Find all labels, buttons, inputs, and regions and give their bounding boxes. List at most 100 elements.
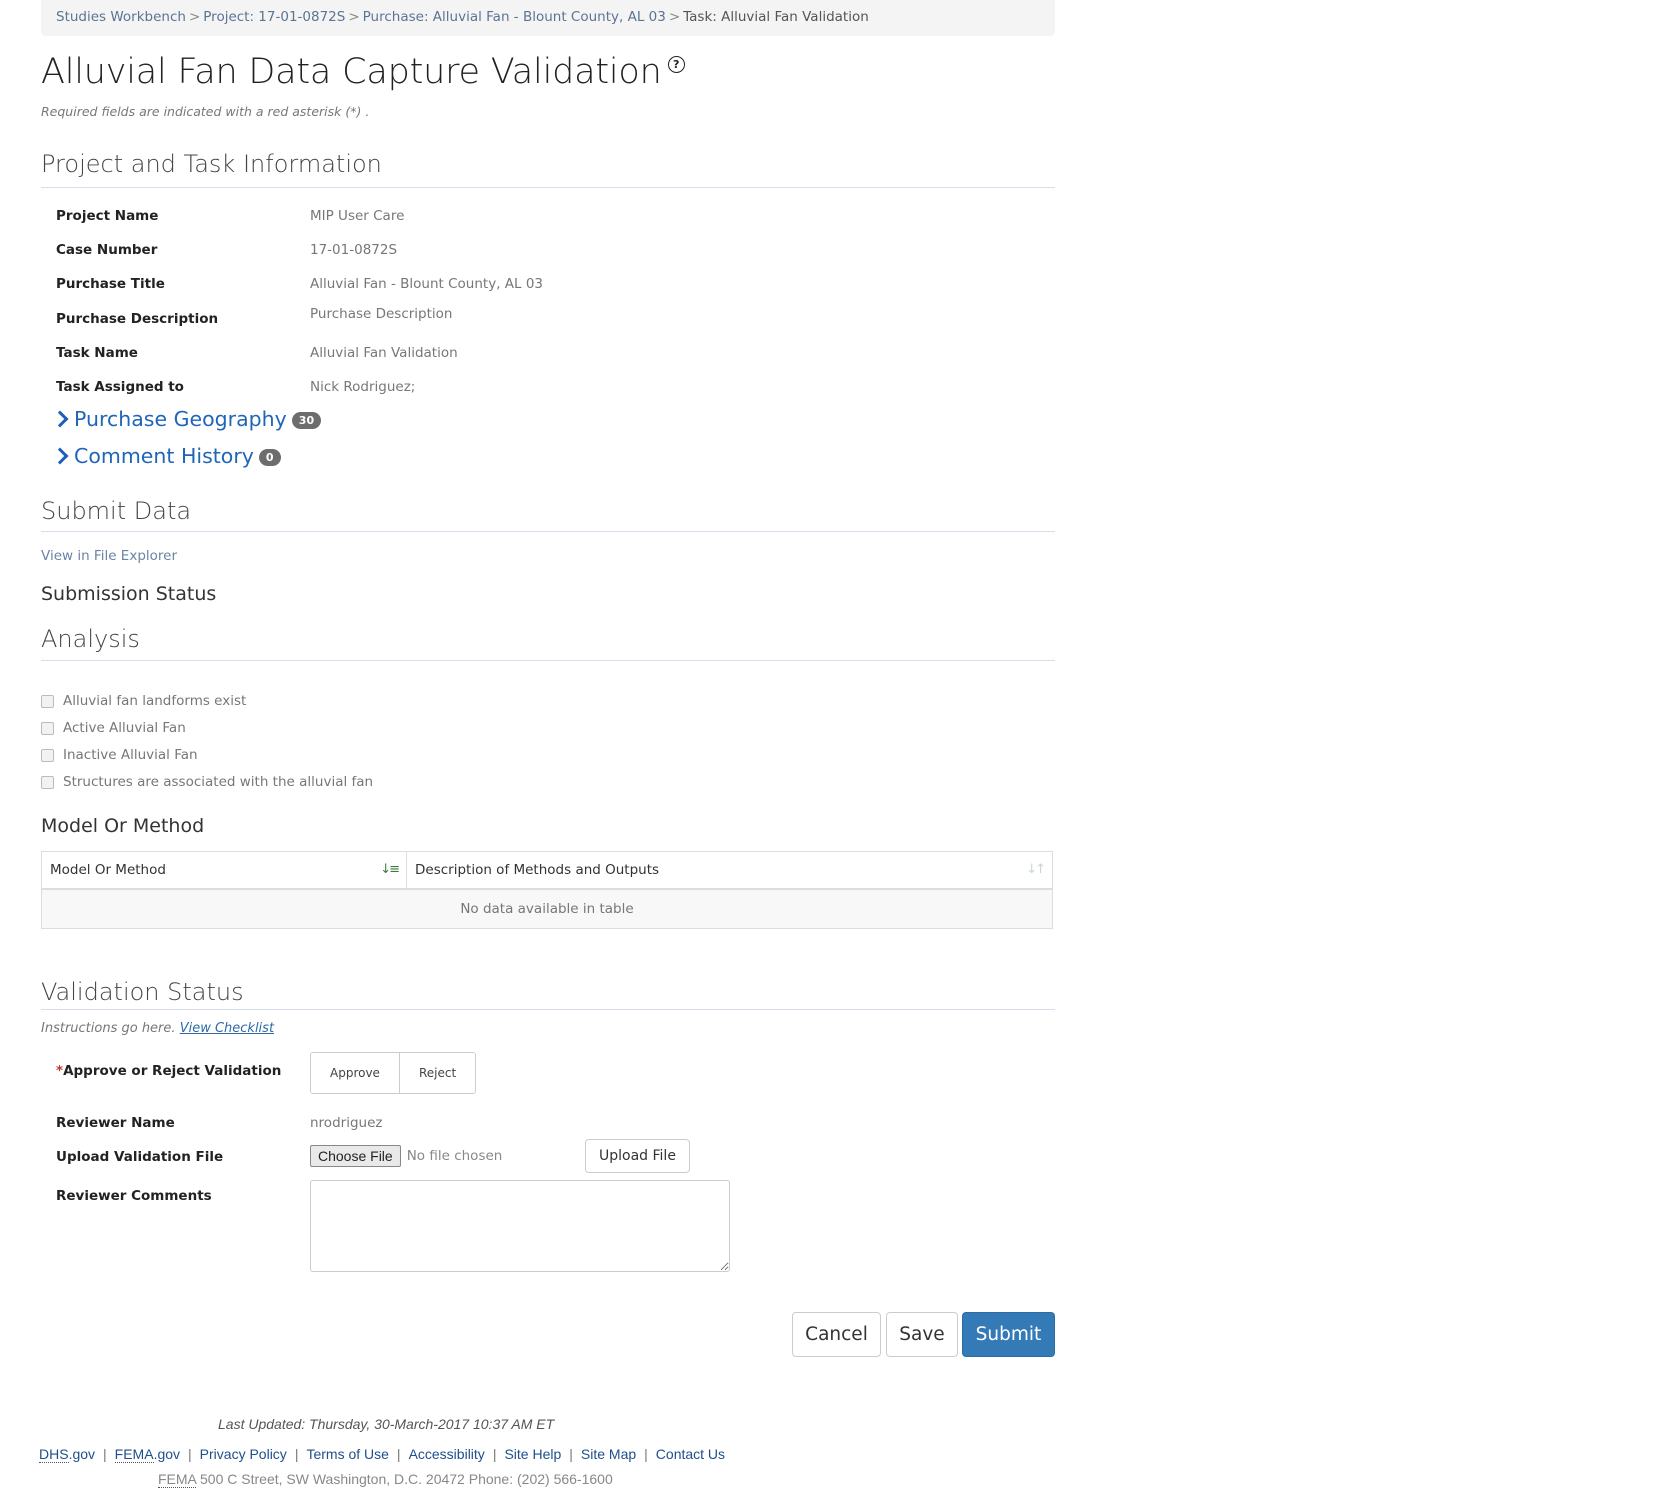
upload-file-button[interactable]: Upload File (585, 1139, 690, 1173)
required-asterisk: * (56, 1063, 64, 1079)
separator: | (569, 1446, 573, 1462)
footer-link-accessibility[interactable]: Accessibility (409, 1446, 485, 1462)
section-heading-submit-data: Submit Data (41, 497, 192, 525)
reviewer-name-label: Reviewer Name (56, 1115, 175, 1131)
breadcrumb-separator: > (348, 9, 360, 25)
field-label-purchase-description: Purchase Description (56, 311, 219, 327)
field-value-purchase-description: Purchase Description (310, 306, 453, 322)
help-icon[interactable]: ? (667, 56, 685, 73)
breadcrumb-project[interactable]: Project: 17-01-0872S (203, 9, 345, 25)
no-file-chosen-text: No file chosen (406, 1148, 503, 1164)
field-value-project-name: MIP User Care (310, 208, 405, 224)
field-label-project-name: Project Name (56, 208, 159, 224)
fema-abbr: FEMA (158, 1471, 197, 1488)
empty-table-message: No data available in table (41, 888, 1053, 929)
column-header-label: Model Or Method (50, 862, 166, 878)
chevron-right-icon (51, 410, 69, 428)
footer-link-site-help[interactable]: Site Help (504, 1446, 561, 1462)
submission-status-heading: Submission Status (41, 583, 217, 605)
last-updated-text: Last Updated: Thursday, 30-March-2017 10… (218, 1416, 555, 1432)
choose-file-button[interactable]: Choose File (310, 1145, 401, 1167)
required-fields-note: Required fields are indicated with a red… (41, 104, 370, 119)
link-text: .gov (68, 1446, 96, 1462)
field-label-task-assigned: Task Assigned to (56, 379, 184, 395)
approve-button[interactable]: Approve (311, 1053, 399, 1093)
separator: | (188, 1446, 192, 1462)
footer-address: FEMA 500 C Street, SW Washington, D.C. 2… (158, 1471, 613, 1488)
validation-instructions: Instructions go here. View Checklist (41, 1021, 274, 1036)
approve-reject-toggle-group: Approve Reject (310, 1052, 477, 1094)
field-label-case-number: Case Number (56, 242, 158, 258)
checkbox-label: Active Alluvial Fan (63, 720, 186, 736)
model-or-method-heading: Model Or Method (41, 815, 205, 837)
breadcrumb-separator: > (188, 9, 201, 25)
comment-history-count-badge: 0 (258, 448, 281, 466)
checkbox-active-alluvial-fan[interactable]: Active Alluvial Fan (41, 720, 186, 736)
reject-button[interactable]: Reject (398, 1053, 476, 1093)
column-header-model-or-method[interactable]: Model Or Method ↓≡ (41, 851, 407, 890)
field-label-task-name: Task Name (56, 345, 138, 361)
cancel-button[interactable]: Cancel (792, 1312, 881, 1357)
address-text: 500 C Street, SW Washington, D.C. 20472 … (196, 1471, 613, 1487)
breadcrumb-separator: > (668, 9, 681, 25)
column-header-description[interactable]: Description of Methods and Outputs ↓↑ (406, 851, 1053, 890)
page-title-text: Alluvial Fan Data Capture Validation (41, 52, 662, 92)
checkbox-structures-associated[interactable]: Structures are associated with the alluv… (41, 774, 373, 790)
section-heading-validation-status: Validation Status (41, 978, 244, 1006)
comment-history-toggle[interactable]: Comment History 0 (51, 444, 281, 468)
purchase-geography-label: Purchase Geography (74, 407, 287, 431)
checkbox[interactable] (41, 721, 54, 735)
approve-reject-label: *Approve or Reject Validation (56, 1063, 281, 1079)
footer-link-privacy-policy[interactable]: Privacy Policy (200, 1446, 287, 1462)
reviewer-comments-label: Reviewer Comments (56, 1188, 212, 1204)
checkbox-alluvial-fan-landforms-exist[interactable]: Alluvial fan landforms exist (41, 693, 246, 709)
footer-link-site-map[interactable]: Site Map (581, 1446, 636, 1462)
view-in-file-explorer-link[interactable]: View in File Explorer (41, 548, 177, 564)
table-row: No data available in table (41, 888, 1053, 929)
save-button[interactable]: Save (886, 1312, 958, 1357)
breadcrumb-current-task: Task: Alluvial Fan Validation (683, 9, 869, 25)
instructions-text: Instructions go here. (41, 1021, 176, 1036)
breadcrumb: Studies Workbench > Project: 17-01-0872S > P… (41, 0, 1055, 36)
separator: | (492, 1446, 497, 1462)
section-divider (41, 187, 1055, 188)
breadcrumb-studies-workbench[interactable]: Studies Workbench (56, 9, 186, 25)
section-divider (41, 1009, 1055, 1010)
field-value-task-name: Alluvial Fan Validation (310, 345, 458, 361)
checkbox-inactive-alluvial-fan[interactable]: Inactive Alluvial Fan (41, 747, 198, 763)
footer-link-terms-of-use[interactable]: Terms of Use (306, 1446, 388, 1462)
section-heading-project-info: Project and Task Information (41, 150, 382, 178)
breadcrumb-purchase[interactable]: Purchase: Alluvial Fan - Blount County, … (363, 9, 666, 25)
sort-both-icon[interactable]: ↓↑ (1026, 862, 1046, 877)
footer-links: DHS.gov | FEMA.gov | Privacy Policy | Te… (39, 1446, 725, 1463)
footer-link-dhs[interactable]: DHS.gov (39, 1446, 96, 1463)
reviewer-comments-textarea[interactable] (310, 1180, 730, 1272)
footer-link-contact-us[interactable]: Contact Us (656, 1446, 725, 1462)
checkbox-label: Structures are associated with the alluv… (63, 774, 374, 790)
submit-button[interactable]: Submit (962, 1312, 1055, 1357)
field-label-purchase-title: Purchase Title (56, 276, 165, 292)
table-header-row: Model Or Method ↓≡ Description of Method… (41, 851, 1053, 890)
section-heading-analysis: Analysis (41, 625, 140, 653)
separator: | (294, 1446, 299, 1462)
chevron-right-icon (51, 447, 69, 465)
field-value-case-number: 17-01-0872S (310, 242, 398, 258)
sort-ascending-icon[interactable]: ↓≡ (380, 862, 400, 877)
footer-link-fema[interactable]: FEMA.gov (114, 1446, 180, 1463)
separator: | (396, 1446, 401, 1462)
purchase-geography-count-badge: 30 (291, 411, 322, 429)
checkbox[interactable] (41, 748, 54, 762)
file-input: Choose File No file chosen (310, 1145, 502, 1167)
section-divider (41, 660, 1055, 661)
checkbox[interactable] (41, 694, 54, 708)
comment-history-label: Comment History (74, 444, 254, 468)
view-checklist-link[interactable]: View Checklist (180, 1021, 274, 1036)
field-value-task-assigned: Nick Rodriguez; (310, 379, 416, 395)
approve-reject-label-text: Approve or Reject Validation (63, 1063, 282, 1079)
checkbox[interactable] (41, 775, 54, 789)
abbr: FEMA (114, 1446, 154, 1463)
field-value-purchase-title: Alluvial Fan - Blount County, AL 03 (310, 276, 544, 292)
purchase-geography-toggle[interactable]: Purchase Geography 30 (51, 407, 322, 431)
checkbox-label: Inactive Alluvial Fan (63, 747, 198, 763)
page-title: Alluvial Fan Data Capture Validation? (41, 52, 685, 92)
